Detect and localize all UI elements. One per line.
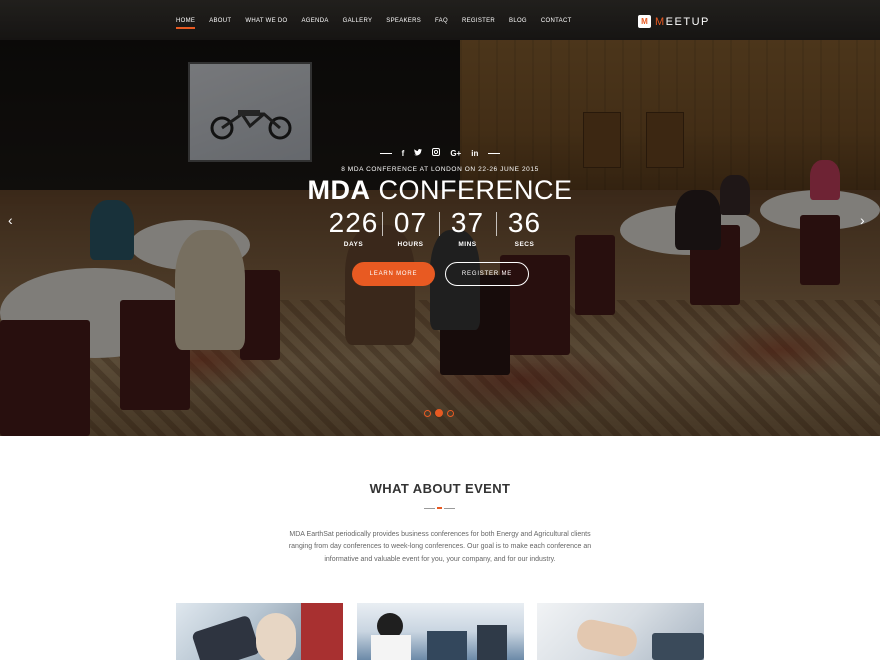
countdown-days: 226 DAYS (328, 207, 379, 248)
nav-speakers[interactable]: SPEAKERS (386, 18, 421, 29)
nav-contact[interactable]: CONTACT (541, 18, 572, 29)
divider-line (380, 152, 392, 154)
social-links: f G+ in (380, 148, 500, 158)
slide-dot-3[interactable] (447, 409, 454, 417)
slide-dot-1[interactable] (424, 409, 431, 417)
instagram-icon[interactable] (432, 148, 441, 158)
logo-text: MEETUP (655, 15, 710, 28)
twitter-icon[interactable] (414, 148, 423, 158)
slider-pagination (424, 409, 454, 417)
countdown-secs: 36 SECS (496, 206, 553, 248)
countdown-timer: 226 DAYS 07 HOURS 37 MINS 36 SECS (325, 206, 553, 248)
linkedin-icon[interactable]: in (471, 149, 478, 158)
register-me-button[interactable]: REGISTER ME (445, 262, 529, 286)
facebook-icon[interactable]: f (402, 149, 405, 158)
nav-about[interactable]: ABOUT (209, 18, 231, 29)
prev-slide-arrow-icon[interactable]: ‹ (8, 212, 13, 228)
google-plus-icon[interactable]: G+ (450, 149, 461, 158)
nav-agenda[interactable]: AGENDA (301, 18, 328, 29)
nav-home[interactable]: HOME (176, 18, 196, 29)
next-slide-arrow-icon[interactable]: › (860, 212, 865, 228)
countdown-mins: 37 MINS (439, 206, 496, 248)
main-nav: HOME ABOUT WHAT WE DO AGENDA GALLERY SPE… (176, 18, 586, 29)
logo-mark-icon: M (638, 15, 651, 28)
hero-section: HOME ABOUT WHAT WE DO AGENDA GALLERY SPE… (0, 0, 880, 436)
about-description: MDA EarthSat periodically provides busin… (288, 531, 592, 563)
hero-tagline: 8 MDA CONFERENCE AT LONDON ON 22-26 JUNE… (341, 166, 539, 173)
nav-what-we-do[interactable]: WHAT WE DO (245, 18, 287, 29)
event-image-card-2[interactable] (357, 603, 524, 660)
event-image-card-3[interactable] (537, 603, 704, 660)
about-section-title: WHAT ABOUT EVENT (369, 481, 511, 496)
event-image-card-1[interactable] (176, 603, 343, 660)
nav-register[interactable]: REGISTER (462, 18, 495, 29)
learn-more-button[interactable]: LEARN MORE (352, 262, 435, 286)
section-divider (424, 507, 455, 509)
nav-faq[interactable]: FAQ (435, 18, 448, 29)
hero-title: MDA CONFERENCE (307, 175, 573, 205)
nav-gallery[interactable]: GALLERY (343, 18, 373, 29)
nav-blog[interactable]: BLOG (509, 18, 527, 29)
slide-dot-2[interactable] (435, 409, 443, 417)
site-logo[interactable]: M MEETUP (638, 15, 710, 28)
countdown-hours: 07 HOURS (382, 206, 439, 248)
divider-line (488, 152, 500, 154)
